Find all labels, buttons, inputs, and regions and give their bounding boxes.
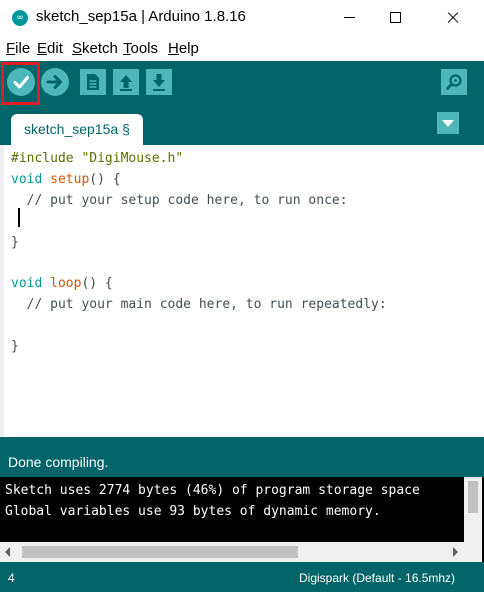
save-button[interactable] (146, 69, 172, 95)
vertical-scroll-thumb[interactable] (468, 481, 478, 513)
code-line-7: void loop() { (11, 276, 113, 292)
tab-strip: sketch_sep15a § (0, 105, 484, 145)
arrow-right-icon (46, 75, 62, 89)
menu-edit[interactable]: Edit (37, 40, 63, 57)
minimize-icon (343, 16, 355, 18)
scroll-right-icon[interactable] (453, 547, 458, 557)
code-line-5: } (11, 234, 19, 250)
arrow-up-icon (120, 75, 132, 91)
code-line-10: } (11, 339, 19, 355)
console-vertical-scrollbar[interactable] (464, 477, 482, 542)
menu-tools[interactable]: Tools (123, 40, 158, 57)
horizontal-scroll-thumb[interactable] (22, 546, 298, 558)
code-line-3: // put your setup code here, to run once… (11, 192, 348, 208)
console-line-2: Global variables use 93 bytes of dynamic… (5, 503, 381, 519)
status-message: Done compiling. (8, 454, 109, 470)
upload-button[interactable] (41, 68, 69, 96)
menu-bar: File Edit Sketch Tools Help (0, 37, 484, 59)
maximize-button[interactable] (372, 0, 418, 34)
menu-file[interactable]: File (6, 40, 30, 57)
maximize-icon (389, 11, 401, 23)
menu-sketch[interactable]: Sketch (72, 40, 118, 57)
magnifier-icon (446, 74, 462, 90)
footer-bar: 4 Digispark (Default - 16.5mhz) (0, 562, 484, 592)
new-button[interactable] (80, 69, 106, 95)
code-text: #include "DigiMouse.h" void setup() { //… (11, 149, 387, 358)
code-line-8: // put your main code here, to run repea… (11, 297, 387, 313)
close-button[interactable] (430, 0, 476, 34)
console-line-1: Sketch uses 2774 bytes (46%) of program … (5, 483, 420, 498)
new-file-icon (87, 74, 99, 90)
console-horizontal-scrollbar[interactable] (0, 542, 464, 562)
tab-menu-button[interactable] (437, 112, 459, 134)
serial-monitor-button[interactable] (441, 69, 467, 95)
tab-sketch[interactable]: sketch_sep15a § (11, 114, 143, 145)
code-line-2: void setup() { (11, 171, 121, 187)
tab-label: sketch_sep15a § (24, 121, 130, 137)
toolbar (0, 61, 484, 105)
console-text: Sketch uses 2774 bytes (46%) of program … (5, 481, 463, 522)
title-bar: ∞ sketch_sep15a | Arduino 1.8.16 (0, 0, 484, 34)
minimize-button[interactable] (326, 0, 372, 34)
scroll-left-icon[interactable] (5, 547, 10, 557)
status-bar: Done compiling. (0, 442, 484, 477)
code-line-1: #include "DigiMouse.h" (11, 151, 184, 166)
arduino-icon: ∞ (12, 10, 28, 26)
editor-gutter (0, 145, 4, 437)
text-caret (18, 208, 20, 227)
triangle-down-icon (442, 120, 454, 127)
menu-help[interactable]: Help (168, 40, 199, 57)
scrollbar-corner (464, 542, 482, 562)
line-number: 4 (8, 571, 15, 585)
verify-highlight-box (1, 62, 40, 105)
window-title: sketch_sep15a | Arduino 1.8.16 (36, 8, 246, 25)
code-editor[interactable]: #include "DigiMouse.h" void setup() { //… (0, 145, 484, 437)
board-info: Digispark (Default - 16.5mhz) (299, 571, 456, 585)
open-button[interactable] (113, 69, 139, 95)
arrow-down-icon (153, 74, 165, 91)
